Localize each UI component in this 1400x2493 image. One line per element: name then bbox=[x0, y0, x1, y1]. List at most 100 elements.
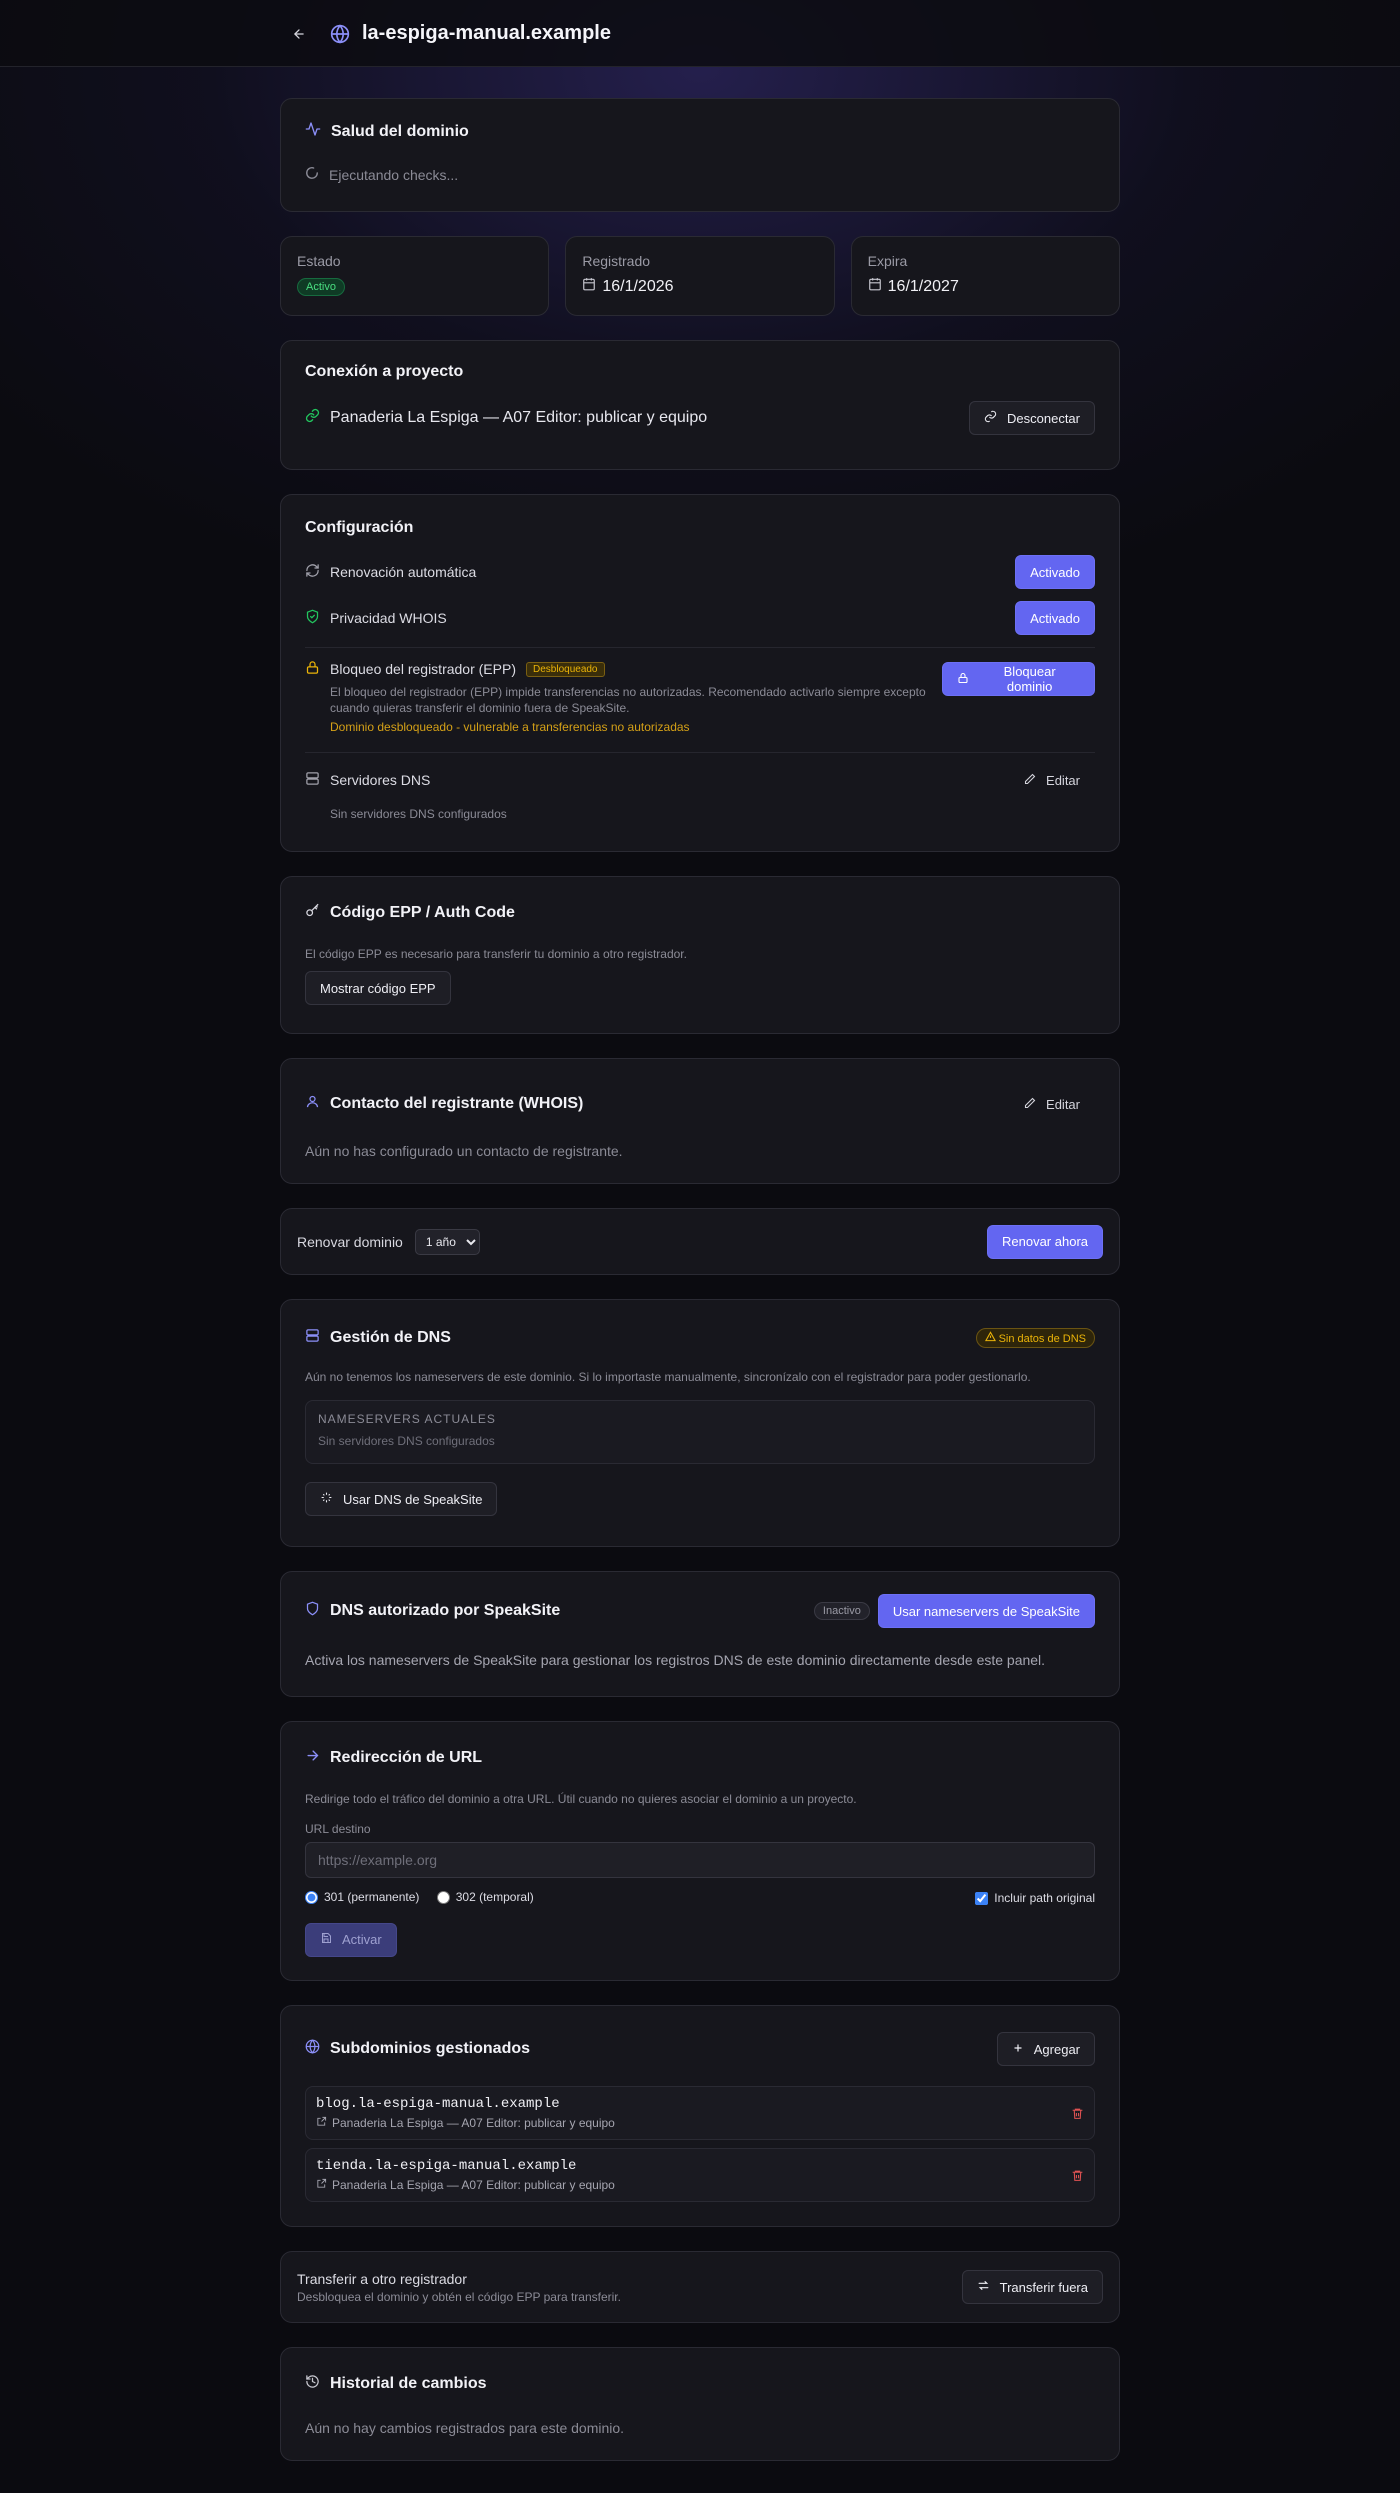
unlock-icon bbox=[305, 660, 320, 678]
use-speaksite-dns-button[interactable]: Usar DNS de SpeakSite bbox=[305, 1482, 498, 1516]
arrow-left-icon bbox=[294, 28, 304, 39]
nameservers-heading: NAMESERVERS ACTUALES bbox=[318, 1412, 496, 1426]
subdomain-name: blog.la-espiga-manual.example bbox=[316, 2096, 560, 2112]
add-subdomain-label: Agregar bbox=[1033, 2041, 1080, 2057]
dns-management-description: Aún no tenemos los nameservers de este d… bbox=[305, 1370, 1031, 1384]
renew-period-select[interactable]: 1 año bbox=[414, 1228, 480, 1255]
disconnect-button[interactable]: Desconectar bbox=[969, 401, 1095, 435]
activate-redirect-button[interactable]: Activar bbox=[305, 1922, 397, 1957]
arrow-right-icon bbox=[305, 1748, 320, 1768]
warning-icon bbox=[984, 1331, 996, 1345]
configuration-title: Configuración bbox=[305, 519, 414, 536]
registrar-lock-description: El bloqueo del registrador (EPP) impide … bbox=[330, 685, 926, 715]
use-speaksite-nameservers-button[interactable]: Usar nameservers de SpeakSite bbox=[877, 1594, 1095, 1628]
authorized-dns-card: DNS autorizado por SpeakSite Inactivo Us… bbox=[280, 1571, 1120, 1697]
url-destination-input[interactable] bbox=[305, 1842, 1095, 1878]
stat-registrado: Registrado 16/1/2026 bbox=[565, 236, 835, 316]
transfer-out-label: Transferir fuera bbox=[999, 2279, 1088, 2295]
auto-renew-label: Renovación automática bbox=[330, 564, 477, 580]
radio-302-label: 302 (temporal) bbox=[455, 1890, 534, 1904]
url-destination-label: URL destino bbox=[305, 1822, 371, 1836]
user-icon bbox=[305, 1094, 320, 1114]
calendar-icon bbox=[868, 277, 882, 296]
registrar-lock-label: Bloqueo del registrador (EPP) bbox=[330, 661, 516, 677]
pencil-icon bbox=[1024, 1097, 1036, 1112]
dns-servers-label: Servidores DNS bbox=[330, 772, 431, 788]
unlocked-badge: Desbloqueado bbox=[526, 661, 605, 677]
registered-date: 16/1/2026 bbox=[602, 277, 674, 295]
connection-title: Conexión a proyecto bbox=[305, 363, 464, 380]
sparkles-icon bbox=[320, 1491, 333, 1507]
save-icon bbox=[320, 1932, 332, 1947]
radio-302[interactable] bbox=[436, 1890, 450, 1904]
edit-contact-button[interactable]: Editar bbox=[1009, 1087, 1095, 1121]
globe-icon bbox=[330, 23, 350, 44]
redirect-description: Redirige todo el tráfico del dominio a o… bbox=[305, 1792, 857, 1806]
show-epp-button[interactable]: Mostrar código EPP bbox=[305, 971, 451, 1005]
page-title: la-espiga-manual.example bbox=[362, 22, 611, 44]
nameservers-empty: Sin servidores DNS configurados bbox=[318, 1434, 495, 1448]
activity-icon bbox=[305, 121, 321, 142]
link-icon bbox=[305, 408, 320, 428]
authorized-dns-title: DNS autorizado por SpeakSite bbox=[330, 1602, 561, 1619]
registrar-lock-warning: Dominio desbloqueado - vulnerable a tran… bbox=[330, 720, 690, 734]
trash-icon bbox=[1072, 2170, 1083, 2181]
disconnect-label: Desconectar bbox=[1007, 410, 1080, 426]
external-link-icon bbox=[316, 2178, 327, 2192]
stat-expira: Expira 16/1/2027 bbox=[850, 236, 1120, 316]
plus-icon bbox=[1012, 2042, 1024, 2057]
no-dns-data-label: Sin datos de DNS bbox=[998, 1333, 1086, 1345]
refresh-icon bbox=[305, 563, 320, 581]
lock-domain-button[interactable]: Bloquear dominio bbox=[942, 662, 1095, 696]
authorized-dns-description: Activa los nameservers de SpeakSite para… bbox=[305, 1652, 1046, 1668]
whois-privacy-toggle[interactable]: Activado bbox=[1015, 601, 1095, 635]
status-badge: Activo bbox=[297, 278, 345, 296]
transfer-title: Transferir a otro registrador bbox=[297, 2270, 467, 2287]
connected-project: Panaderia La Espiga — A07 Editor: public… bbox=[330, 409, 708, 426]
lock-domain-label: Bloquear dominio bbox=[1003, 664, 1056, 694]
edit-dns-button[interactable]: Editar bbox=[1009, 763, 1095, 797]
epp-code-card: Código EPP / Auth Code El código EPP es … bbox=[280, 876, 1120, 1034]
renew-now-button[interactable]: Renovar ahora bbox=[987, 1224, 1103, 1259]
pencil-icon bbox=[1024, 773, 1036, 788]
domain-stats: Estado Activo Registrado 16/1/2026 Expir… bbox=[280, 236, 1120, 316]
renew-card: Renovar dominio 1 año Renovar ahora bbox=[280, 1208, 1120, 1275]
dns-management-card: Gestión de DNS Sin datos de DNS Aún no t… bbox=[280, 1299, 1120, 1547]
no-dns-data-badge: Sin datos de DNS bbox=[975, 1328, 1095, 1348]
dns-servers-row: Servidores DNS Editar bbox=[305, 757, 1095, 803]
use-speaksite-dns-label: Usar DNS de SpeakSite bbox=[343, 1491, 483, 1507]
delete-subdomain-button[interactable] bbox=[1071, 2107, 1084, 2120]
subdomains-card: Subdominios gestionados Agregar blog.la-… bbox=[280, 2005, 1120, 2227]
radio-301[interactable] bbox=[305, 1890, 318, 1904]
unlink-icon bbox=[984, 410, 997, 426]
swap-icon bbox=[977, 2279, 990, 2295]
registrant-contact-card: Contacto del registrante (WHOIS) Editar … bbox=[280, 1058, 1120, 1184]
include-path-label: Incluir path original bbox=[994, 1891, 1095, 1906]
stat-registrado-label: Registrado bbox=[582, 253, 651, 269]
whois-privacy-row: Privacidad WHOIS Activado bbox=[305, 595, 1095, 641]
include-path-checkbox[interactable] bbox=[975, 1891, 989, 1905]
history-icon bbox=[305, 2374, 320, 2394]
back-button[interactable] bbox=[280, 15, 318, 53]
connection-card: Conexión a proyecto Panaderia La Espiga … bbox=[280, 340, 1120, 470]
dns-management-title: Gestión de DNS bbox=[330, 1329, 451, 1346]
transfer-card: Transferir a otro registrador Desbloquea… bbox=[280, 2251, 1120, 2323]
dns-servers-empty: Sin servidores DNS configurados bbox=[330, 807, 507, 821]
health-title: Salud del dominio bbox=[331, 122, 469, 140]
contact-title: Contacto del registrante (WHOIS) bbox=[330, 1095, 584, 1112]
auto-renew-toggle[interactable]: Activado bbox=[1015, 555, 1095, 589]
external-link-icon bbox=[316, 2116, 327, 2130]
subdomains-title: Subdominios gestionados bbox=[330, 2040, 531, 2057]
top-bar: la-espiga-manual.example bbox=[0, 0, 1400, 67]
redirect-title: Redirección de URL bbox=[330, 1749, 483, 1766]
health-card: Salud del dominio Ejecutando checks... bbox=[280, 98, 1120, 212]
transfer-description: Desbloquea el dominio y obtén el código … bbox=[297, 2289, 621, 2304]
shield-check-icon bbox=[305, 609, 320, 627]
main-content: Salud del dominio Ejecutando checks... E… bbox=[280, 98, 1120, 2461]
radio-301-label: 301 (permanente) bbox=[324, 1890, 420, 1904]
transfer-out-button[interactable]: Transferir fuera bbox=[961, 2270, 1103, 2304]
add-subdomain-button[interactable]: Agregar bbox=[996, 2032, 1095, 2066]
shield-icon bbox=[305, 1601, 320, 1621]
delete-subdomain-button[interactable] bbox=[1071, 2169, 1084, 2182]
configuration-card: Configuración Renovación automática Acti… bbox=[280, 494, 1120, 852]
